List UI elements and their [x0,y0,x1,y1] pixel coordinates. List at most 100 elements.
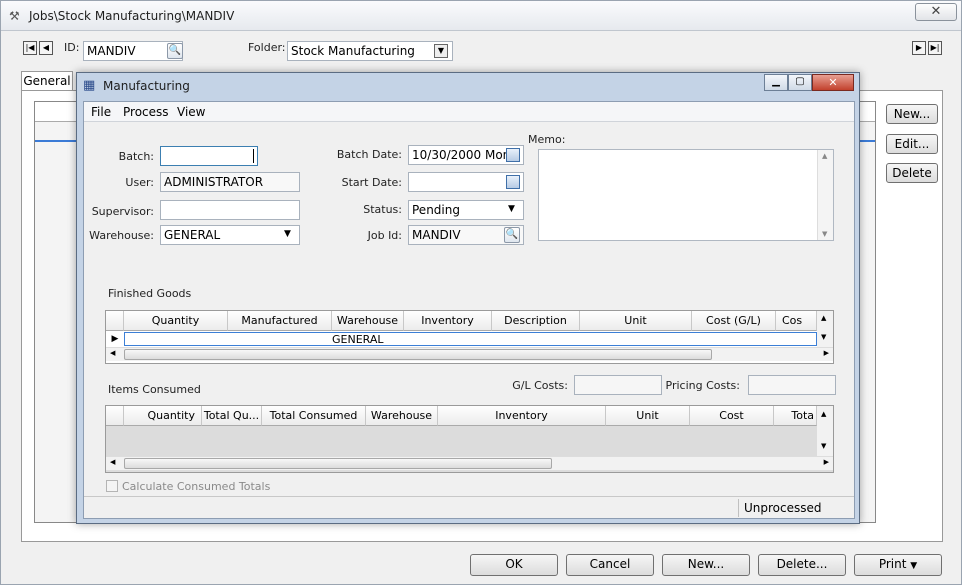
scroll-right-icon[interactable]: ▶ [824,458,829,466]
job-id-lookup-icon[interactable]: 🔍 [504,227,520,243]
delete-button[interactable]: Delete... [758,554,846,576]
col-cost[interactable]: Cos [776,311,817,331]
scroll-down-icon[interactable]: ▼ [821,442,826,450]
col-ic-total[interactable]: Tota [774,406,817,426]
ic-hscroll[interactable]: ◀ ▶ [106,456,833,470]
supervisor-input[interactable] [160,200,300,220]
memo-textarea[interactable]: ▲ ▼ [538,149,834,241]
scroll-down-icon[interactable]: ▼ [822,230,827,238]
row-header [106,311,124,331]
scroll-up-icon[interactable]: ▲ [821,410,826,418]
tab-general[interactable]: General [21,71,73,91]
app-icon: ⚒ [9,9,20,23]
pricing-costs-label: Pricing Costs: [665,379,740,392]
ic-vscroll[interactable]: ▲ ▼ [817,406,833,456]
col-cost-gl[interactable]: Cost (G/L) [692,311,776,331]
batch-date-calendar-icon[interactable] [506,148,520,162]
scroll-down-icon[interactable]: ▼ [821,333,826,341]
new-button[interactable]: New... [662,554,750,576]
menu-view[interactable]: View [177,105,205,119]
dialog-title: Manufacturing [103,79,190,93]
fg-hscroll[interactable]: ◀ ▶ [106,347,833,361]
dialog-body: File Process View Batch: User: ADMINISTR… [83,101,855,519]
calc-totals-checkbox[interactable] [106,480,118,492]
print-button[interactable]: Print ▼ [854,554,942,576]
menu-process[interactable]: Process [123,105,169,119]
print-label: Print [878,557,907,571]
status-label: Status: [363,203,402,216]
id-value: MANDIV [87,44,136,58]
new-job-button[interactable]: New... [886,104,938,124]
col-ic-total-consumed[interactable]: Total Consumed [262,406,366,426]
user-field: ADMINISTRATOR [160,172,300,192]
warehouse-select[interactable]: GENERAL [160,225,300,245]
user-value: ADMINISTRATOR [164,175,264,189]
gl-costs-label: G/L Costs: [512,379,568,392]
col-quantity[interactable]: Quantity [124,311,228,331]
table-row[interactable]: GENERAL [124,332,817,346]
next-record-icon[interactable]: ▶ [912,41,926,55]
col-inventory[interactable]: Inventory [404,311,492,331]
finished-goods-grid[interactable]: Quantity Manufactured Warehouse Inventor… [105,310,834,364]
col-ic-cost[interactable]: Cost [690,406,774,426]
col-ic-warehouse[interactable]: Warehouse [366,406,438,426]
pricing-costs-field [748,375,836,395]
prev-record-icon[interactable]: ◀ [39,41,53,55]
manufacturing-icon: ▦ [83,78,96,93]
close-button[interactable]: ✕ [915,3,957,21]
id-lookup-icon[interactable]: 🔍 [167,43,183,59]
status-text: Unprocessed [744,501,822,515]
ok-button[interactable]: OK [470,554,558,576]
delete-job-button[interactable]: Delete [886,163,938,183]
job-id-label: Job Id: [367,229,402,242]
folder-select[interactable]: Stock Manufacturing [287,41,453,61]
minimize-button[interactable]: ▁ [764,74,788,91]
batch-input[interactable] [160,146,258,166]
edit-job-button[interactable]: Edit... [886,134,938,154]
dialog-close-button[interactable]: ✕ [812,74,854,91]
chevron-down-icon: ▼ [910,561,918,571]
status-chevron-down-icon[interactable]: ▼ [508,204,515,214]
row-header [106,406,124,426]
ic-hscroll-thumb[interactable] [124,458,552,469]
status-value: Pending [412,203,460,217]
first-record-icon[interactable]: |◀ [23,41,37,55]
scroll-left-icon[interactable]: ◀ [110,458,115,466]
warehouse-chevron-down-icon[interactable]: ▼ [284,229,291,239]
supervisor-label: Supervisor: [91,205,154,218]
scroll-up-icon[interactable]: ▲ [821,314,826,322]
last-record-icon[interactable]: ▶| [928,41,942,55]
items-consumed-grid[interactable]: Quantity Total Qu... Total Consumed Ware… [105,405,834,473]
start-date-calendar-icon[interactable] [506,175,520,189]
memo-scrollbar[interactable]: ▲ ▼ [817,150,833,240]
scroll-up-icon[interactable]: ▲ [822,152,827,160]
col-unit[interactable]: Unit [580,311,692,331]
menu-file[interactable]: File [91,105,111,119]
job-id-value: MANDIV [412,228,461,242]
status-bar: Unprocessed [84,496,854,518]
fg-vscroll[interactable]: ▲ ▼ [817,311,833,347]
row-warehouse-cell[interactable]: GENERAL [332,333,384,346]
current-row-icon: ▶ [111,334,119,344]
col-ic-unit[interactable]: Unit [606,406,690,426]
scroll-left-icon[interactable]: ◀ [110,349,115,357]
col-description[interactable]: Description [492,311,580,331]
folder-chevron-down-icon[interactable]: ▼ [434,44,448,58]
col-warehouse[interactable]: Warehouse [332,311,404,331]
batch-date-label: Batch Date: [336,148,402,161]
col-manufactured[interactable]: Manufactured [228,311,332,331]
warehouse-value: GENERAL [164,228,221,242]
cancel-button[interactable]: Cancel [566,554,654,576]
col-ic-quantity[interactable]: Quantity [124,406,202,426]
status-select[interactable]: Pending [408,200,524,220]
items-consumed-label: Items Consumed [108,383,201,396]
fg-hscroll-thumb[interactable] [124,349,712,360]
finished-goods-label: Finished Goods [108,287,192,300]
maximize-button[interactable]: ▢ [788,74,812,91]
col-ic-total-qty[interactable]: Total Qu... [202,406,262,426]
col-ic-inventory[interactable]: Inventory [438,406,606,426]
text-cursor [253,149,254,163]
menu-bar: File Process View [84,102,854,122]
scroll-right-icon[interactable]: ▶ [824,349,829,357]
user-label: User: [125,176,154,189]
